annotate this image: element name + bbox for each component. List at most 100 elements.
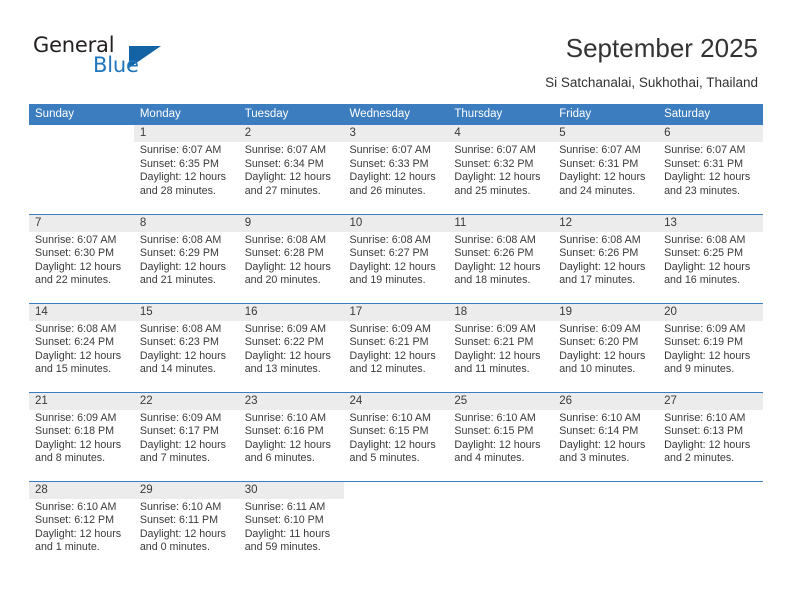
day-number: [658, 481, 763, 499]
sunset-text: Sunset: 6:23 PM: [139, 336, 219, 349]
sunrise-text: Sunrise: 6:09 AM: [349, 322, 431, 335]
daylight-text-line2: and 24 minutes.: [559, 184, 636, 197]
calendar-day-cell[interactable]: 9 Sunrise: 6:08 AM Sunset: 6:28 PM Dayli…: [238, 213, 344, 303]
calendar-day-cell[interactable]: 4 Sunrise: 6:07 AM Sunset: 6:32 PM Dayli…: [448, 125, 554, 214]
calendar-day-cell[interactable]: 28 Sunrise: 6:10 AM Sunset: 6:12 PM Dayl…: [29, 480, 134, 573]
sunset-text: Sunset: 6:28 PM: [244, 247, 324, 260]
calendar-day-cell[interactable]: 22 Sunrise: 6:09 AM Sunset: 6:17 PM Dayl…: [133, 391, 239, 481]
day-number: 17: [343, 303, 449, 321]
day-number: 30: [238, 481, 344, 499]
daylight-text-line2: and 14 minutes.: [139, 363, 216, 376]
day-number: 2: [238, 125, 344, 142]
day-number: 9: [238, 214, 344, 232]
sunset-text: Sunset: 6:22 PM: [244, 336, 324, 349]
daylight-text-line2: and 26 minutes.: [349, 184, 426, 197]
calendar-day-cell[interactable]: 13 Sunrise: 6:08 AM Sunset: 6:25 PM Dayl…: [658, 213, 763, 303]
calendar-day-cell[interactable]: 17 Sunrise: 6:09 AM Sunset: 6:21 PM Dayl…: [343, 302, 449, 392]
daylight-text-line2: and 25 minutes.: [454, 184, 531, 197]
sunrise-text: Sunrise: 6:10 AM: [664, 411, 746, 424]
page-title: September 2025: [565, 33, 758, 63]
day-number: 15: [133, 303, 239, 321]
daylight-text-line1: Daylight: 12 hours: [349, 171, 436, 184]
day-number: 10: [343, 214, 449, 232]
daylight-text-line1: Daylight: 12 hours: [139, 171, 226, 184]
sunset-text: Sunset: 6:27 PM: [349, 247, 429, 260]
calendar-day-cell[interactable]: 6 Sunrise: 6:07 AM Sunset: 6:31 PM Dayli…: [658, 125, 763, 214]
daylight-text-line2: and 5 minutes.: [349, 452, 420, 465]
calendar-day-cell[interactable]: 30 Sunrise: 6:11 AM Sunset: 6:10 PM Dayl…: [238, 480, 344, 573]
day-number: 24: [343, 392, 449, 410]
sunrise-text: Sunrise: 6:07 AM: [664, 144, 746, 156]
daylight-text-line1: Daylight: 12 hours: [559, 171, 646, 184]
daylight-text-line2: and 59 minutes.: [244, 541, 321, 554]
daylight-text-line2: and 11 minutes.: [454, 363, 530, 376]
calendar-day-cell[interactable]: 18 Sunrise: 6:09 AM Sunset: 6:21 PM Dayl…: [448, 302, 554, 392]
daylight-text-line1: Daylight: 12 hours: [35, 349, 122, 362]
calendar-day-cell[interactable]: 21 Sunrise: 6:09 AM Sunset: 6:18 PM Dayl…: [29, 391, 134, 481]
daylight-text-line2: and 16 minutes.: [664, 274, 741, 287]
calendar-day-cell[interactable]: 24 Sunrise: 6:10 AM Sunset: 6:15 PM Dayl…: [343, 391, 449, 481]
calendar-day-cell[interactable]: 10 Sunrise: 6:08 AM Sunset: 6:27 PM Dayl…: [343, 213, 449, 303]
daylight-text-line2: and 7 minutes.: [139, 452, 210, 465]
sunset-text: Sunset: 6:19 PM: [664, 336, 744, 349]
daylight-text-line1: Daylight: 12 hours: [244, 438, 331, 451]
sunrise-text: Sunrise: 6:10 AM: [35, 500, 117, 513]
day-number: [29, 125, 134, 142]
day-number: [553, 481, 659, 499]
daylight-text-line1: Daylight: 12 hours: [244, 260, 331, 273]
daylight-text-line1: Daylight: 12 hours: [244, 171, 331, 184]
calendar-day-cell[interactable]: 3 Sunrise: 6:07 AM Sunset: 6:33 PM Dayli…: [343, 125, 449, 214]
sunrise-text: Sunrise: 6:11 AM: [244, 500, 326, 513]
sunset-text: Sunset: 6:32 PM: [454, 157, 534, 170]
daylight-text-line1: Daylight: 12 hours: [559, 438, 646, 451]
calendar-day-cell[interactable]: 19 Sunrise: 6:09 AM Sunset: 6:20 PM Dayl…: [553, 302, 659, 392]
sunrise-text: Sunrise: 6:07 AM: [349, 144, 431, 156]
calendar-day-cell[interactable]: 5 Sunrise: 6:07 AM Sunset: 6:31 PM Dayli…: [553, 125, 659, 214]
sunrise-text: Sunrise: 6:10 AM: [244, 411, 327, 424]
daylight-text-line2: and 4 minutes.: [454, 452, 525, 465]
brand-logo[interactable]: General Blue: [33, 33, 173, 81]
calendar-day-cell[interactable]: [343, 480, 449, 573]
daylight-text-line2: and 13 minutes.: [244, 363, 321, 376]
calendar-day-cell[interactable]: 16 Sunrise: 6:09 AM Sunset: 6:22 PM Dayl…: [238, 302, 344, 392]
day-number: 27: [658, 392, 763, 410]
sunrise-text: Sunrise: 6:08 AM: [454, 233, 536, 246]
calendar-day-cell[interactable]: [448, 480, 554, 573]
weekday-header-saturday: Saturday: [658, 104, 763, 125]
calendar-day-cell[interactable]: [553, 480, 659, 573]
calendar-day-cell[interactable]: [658, 480, 763, 573]
calendar-day-cell[interactable]: 1 Sunrise: 6:07 AM Sunset: 6:35 PM Dayli…: [133, 125, 239, 214]
calendar-day-cell[interactable]: 15 Sunrise: 6:08 AM Sunset: 6:23 PM Dayl…: [133, 302, 239, 392]
calendar-day-cell[interactable]: 14 Sunrise: 6:08 AM Sunset: 6:24 PM Dayl…: [29, 302, 134, 392]
day-number: 28: [29, 481, 134, 499]
calendar-day-cell[interactable]: 11 Sunrise: 6:08 AM Sunset: 6:26 PM Dayl…: [448, 213, 554, 303]
daylight-text-line1: Daylight: 12 hours: [349, 260, 436, 273]
day-number: 14: [29, 303, 134, 321]
calendar-day-cell[interactable]: 23 Sunrise: 6:10 AM Sunset: 6:16 PM Dayl…: [238, 391, 344, 481]
sunset-text: Sunset: 6:18 PM: [35, 425, 115, 438]
calendar-day-cell[interactable]: [29, 125, 134, 214]
calendar-day-cell[interactable]: 20 Sunrise: 6:09 AM Sunset: 6:19 PM Dayl…: [658, 302, 763, 392]
day-number: 19: [553, 303, 659, 321]
daylight-text-line1: Daylight: 12 hours: [454, 438, 541, 451]
calendar-day-cell[interactable]: 25 Sunrise: 6:10 AM Sunset: 6:15 PM Dayl…: [448, 391, 554, 481]
daylight-text-line2: and 12 minutes.: [349, 363, 426, 376]
calendar-day-cell[interactable]: 26 Sunrise: 6:10 AM Sunset: 6:14 PM Dayl…: [553, 391, 659, 481]
calendar-week-row: 7 Sunrise: 6:07 AM Sunset: 6:30 PM Dayli…: [29, 213, 763, 303]
daylight-text-line2: and 8 minutes.: [35, 452, 106, 465]
daylight-text-line2: and 1 minute.: [35, 541, 100, 554]
calendar-day-cell[interactable]: 7 Sunrise: 6:07 AM Sunset: 6:30 PM Dayli…: [29, 213, 134, 303]
calendar-day-cell[interactable]: 8 Sunrise: 6:08 AM Sunset: 6:29 PM Dayli…: [133, 213, 239, 303]
calendar-day-cell[interactable]: 27 Sunrise: 6:10 AM Sunset: 6:13 PM Dayl…: [658, 391, 763, 481]
daylight-text-line1: Daylight: 12 hours: [664, 171, 751, 184]
daylight-text-line1: Daylight: 12 hours: [139, 349, 226, 362]
calendar-body: 1 Sunrise: 6:07 AM Sunset: 6:35 PM Dayli…: [29, 125, 763, 573]
calendar-day-cell[interactable]: 12 Sunrise: 6:08 AM Sunset: 6:26 PM Dayl…: [553, 213, 659, 303]
calendar-day-cell[interactable]: 29 Sunrise: 6:10 AM Sunset: 6:11 PM Dayl…: [133, 480, 239, 573]
calendar-day-cell[interactable]: 2 Sunrise: 6:07 AM Sunset: 6:34 PM Dayli…: [238, 125, 344, 214]
daylight-text-line2: and 3 minutes.: [559, 452, 630, 465]
day-number: 3: [343, 125, 449, 142]
sunrise-text: Sunrise: 6:08 AM: [244, 233, 327, 246]
sunset-text: Sunset: 6:12 PM: [35, 514, 115, 527]
sunset-text: Sunset: 6:20 PM: [559, 336, 639, 349]
